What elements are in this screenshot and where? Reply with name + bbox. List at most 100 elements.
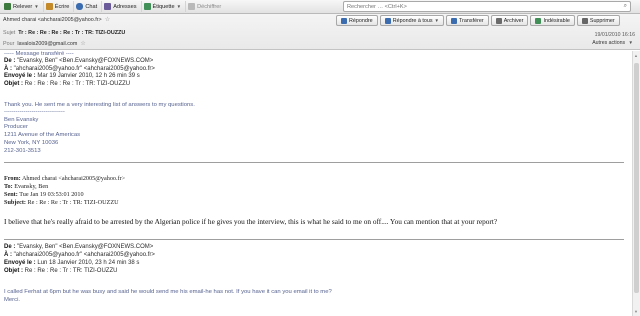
to-value[interactable]: lavalois2009@gmail.com [17, 41, 77, 47]
star-icon[interactable]: ☆ [105, 16, 110, 23]
msg3-sent: Lun 18 Janvier 2010, 23 h 24 min 38 s [37, 260, 140, 266]
reply-button[interactable]: Répondre [336, 15, 378, 26]
subject-value: Tr : Re : Re : Re : Re : Tr : TR: TIZI-O… [18, 30, 126, 36]
signature-phone: 212-301-3513 [4, 148, 41, 154]
reply-all-icon [384, 17, 391, 24]
get-mail-button[interactable]: Relever ▼ [2, 1, 44, 12]
reply-all-button[interactable]: Répondre à tous ▼ [379, 15, 445, 26]
scroll-down-icon[interactable]: ▼ [634, 309, 638, 314]
envoye-label: Envoyé le : [4, 73, 36, 79]
signature-city: New York, NY 10036 [4, 140, 59, 146]
msg2-to: Evansky, Ben [14, 183, 49, 190]
other-actions-label: Autres actions [592, 40, 626, 46]
address-book-icon [104, 3, 112, 10]
msg3-subject: Re : Re : Re : Tr : TR: TIZI-OUZZU [24, 268, 118, 274]
msg2-subject: Re : Re : Re : Tr : TR: TIZI-OUZZU [27, 199, 119, 206]
chevron-down-icon[interactable]: ▼ [34, 4, 38, 9]
trash-icon [581, 17, 588, 24]
quote-divider [4, 239, 624, 240]
msg1-to: "ahcharai2005@yahoo.fr" <ahcharai2005@ya… [13, 65, 155, 72]
message-action-bar: Répondre Répondre à tous ▼ Transférer Ar… [336, 15, 620, 26]
signature-dashes: ------------------------------- [4, 109, 65, 115]
msg3-from-row: De : "Evansky, Ben" <Ben.Evansky@FOXNEWS… [4, 244, 153, 251]
objet-label: Objet : [4, 80, 23, 87]
msg1-subject: Re : Re : Re : Re : Tr : TR: TIZI-OUZZU [24, 80, 131, 87]
msg3-closing: Merci. [4, 297, 21, 303]
key-icon [188, 3, 196, 10]
msg2-to-row: To: Evansky, Ben [4, 183, 48, 191]
de-label: De : [4, 244, 16, 250]
reply-label: Répondre [349, 17, 373, 24]
delete-button[interactable]: Supprimer [576, 15, 620, 26]
msg3-subject-row: Objet : Re : Re : Re : Tr : TR: TIZI-OUZ… [4, 268, 117, 275]
decrypt-label: Déchiffrer [197, 3, 222, 10]
de-label: De : [4, 58, 16, 64]
chat-button[interactable]: Chat [74, 1, 103, 12]
search-icon[interactable]: ⌕ [624, 3, 627, 10]
msg1-subject-row: Objet : Re : Re : Re : Re : Tr : TR: TIZ… [4, 81, 130, 88]
envoye-label: Envoyé le : [4, 260, 36, 266]
get-mail-label: Relever [13, 3, 33, 10]
download-icon [4, 3, 11, 10]
from-value[interactable]: Ahmed charai <ahcharai2005@yahoo.fr> [3, 17, 102, 23]
message-date: 19/01/2010 16:16 [594, 32, 635, 38]
forward-button[interactable]: Transférer [446, 15, 489, 26]
vertical-scrollbar[interactable]: ▲ ▼ [632, 51, 640, 316]
quote-divider [4, 162, 624, 163]
msg2-subject-row: Subject: Re : Re : Re : Tr : TR: TIZI-OU… [4, 199, 119, 207]
subject-label: Sujet [3, 30, 16, 36]
chat-icon [76, 3, 84, 10]
a-label: À : [4, 65, 12, 72]
junk-label: Indésirable [543, 17, 570, 24]
tag-icon [143, 3, 151, 10]
search-input[interactable] [347, 3, 617, 10]
junk-icon [535, 17, 542, 24]
from-label: From: [4, 175, 21, 182]
msg2-sent-row: Sent: Tue Jan 19 03:53:01 2010 [4, 191, 84, 199]
signature-name: Ben Evansky [4, 116, 39, 123]
msg1-to-row: À : "ahcharai2005@yahoo.fr" <ahcharai200… [4, 66, 155, 73]
objet-label: Objet : [4, 268, 23, 274]
msg3-to: "ahcharai2005@yahoo.fr" <ahcharai2005@ya… [13, 252, 155, 258]
address-book-button[interactable]: Adresses [102, 1, 142, 12]
scroll-up-icon[interactable]: ▲ [634, 53, 638, 58]
msg1-sent: Mar 19 Janvier 2010, 12 h 26 min 39 s [37, 73, 140, 79]
to-label-en: To: [4, 183, 13, 190]
subject-label-en: Subject: [4, 199, 26, 206]
other-actions-button[interactable]: Autres actions ▼ [592, 40, 633, 46]
msg2-from-row: From: Ahmed charai <ahcharai2005@yahoo.f… [4, 175, 125, 183]
forward-icon [451, 17, 458, 24]
msg1-sent-row: Envoyé le : Mar 19 Janvier 2010, 12 h 26… [4, 73, 140, 80]
msg2-text: I believe that he's really afraid to be … [4, 217, 498, 226]
chat-label: Chat [85, 3, 98, 10]
tag-label: Étiquette [152, 3, 175, 10]
msg1-from: "Evansky, Ben" <Ben.Evansky@FOXNEWS.COM> [17, 58, 154, 64]
msg2-sent: Tue Jan 19 03:53:01 2010 [19, 191, 84, 198]
signature-address: 1211 Avenue of the Americas [4, 132, 81, 138]
archive-icon [495, 17, 502, 24]
message-body: ----- Message transféré ---- De : "Evans… [0, 51, 632, 316]
search-box[interactable]: ⌕ [343, 1, 631, 12]
msg3-sent-row: Envoyé le : Lun 18 Janvier 2010, 23 h 24… [4, 260, 139, 267]
signature-title: Producer [4, 124, 28, 130]
archive-label: Archiver [503, 17, 524, 24]
to-row: Pour lavalois2009@gmail.com ☆ [3, 40, 86, 48]
junk-button[interactable]: Indésirable [530, 15, 575, 26]
decrypt-button[interactable]: Déchiffrer [186, 1, 225, 12]
address-book-label: Adresses [113, 3, 137, 10]
write-button[interactable]: Écrire [44, 1, 75, 12]
archive-button[interactable]: Archiver [490, 15, 529, 26]
delete-label: Supprimer [589, 17, 615, 24]
subject-row: Sujet Tr : Re : Re : Re : Re : Tr : TR: … [3, 30, 125, 36]
msg3-from: "Evansky, Ben" <Ben.Evansky@FOXNEWS.COM> [17, 244, 154, 250]
chevron-down-icon[interactable]: ▼ [177, 4, 181, 9]
scrollbar-thumb[interactable] [634, 63, 639, 293]
chevron-down-icon[interactable]: ▼ [435, 18, 439, 23]
msg3-text: I called Ferhat at 6pm but he was busy a… [4, 289, 332, 295]
star-icon[interactable]: ☆ [80, 40, 85, 47]
reply-icon [341, 17, 347, 24]
chevron-down-icon: ▼ [628, 40, 633, 45]
reply-all-label: Répondre à tous [392, 17, 433, 24]
tag-button[interactable]: Étiquette ▼ [142, 1, 187, 12]
write-label: Écrire [54, 3, 70, 10]
